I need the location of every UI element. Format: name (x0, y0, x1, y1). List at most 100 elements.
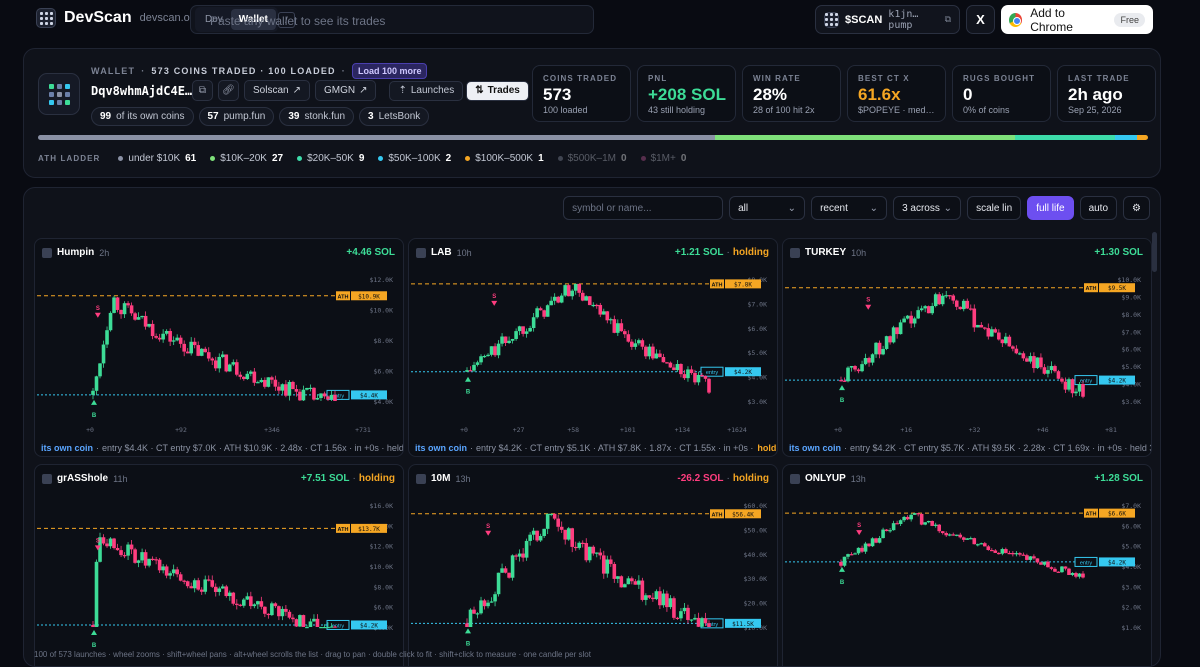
coin-card[interactable]: 10M 13h -26.2 SOL · holding $60.0K $50.0K $40.0… (408, 464, 778, 666)
coin-card[interactable]: TURKEY 10h +1.30 SOL $10.0K $9.0K $8.0K $7.0K $… (782, 238, 1152, 457)
tab-launches[interactable]: ⇡ Launches (389, 80, 464, 101)
candle-body (1074, 573, 1078, 577)
buy-marker-label: B (466, 641, 471, 647)
candle-body (500, 336, 504, 344)
candle-body (608, 319, 613, 321)
candle-body (524, 540, 529, 558)
candle-body (940, 295, 945, 305)
candle-body (298, 391, 302, 401)
candle-body (975, 324, 980, 328)
token-age: 10h (851, 247, 867, 258)
candle-body (510, 338, 515, 341)
candle-body (839, 380, 843, 382)
candle-body (178, 337, 183, 344)
ladder-bucket[interactable]: $10K–20K 27 (210, 153, 283, 164)
sort-select[interactable]: recent (811, 196, 888, 220)
candle-body (287, 381, 292, 396)
solscan-link[interactable]: Solscan ↗ (244, 80, 310, 101)
scrollbar[interactable] (1152, 232, 1157, 272)
ladder-bucket[interactable]: under $10K 61 (118, 153, 196, 164)
stat-value: +208 SOL (648, 85, 726, 104)
candle-body (333, 394, 337, 401)
chip-pump-fun[interactable]: 57 pump.fun (198, 107, 275, 126)
candle-body (1018, 353, 1022, 355)
scale-toggle-button[interactable]: scale lin (967, 196, 1022, 220)
candle-body (238, 374, 243, 377)
candle-body (270, 603, 274, 616)
card-footer: its own coin · entry $4.4K · CT entry $7.0… (41, 443, 403, 453)
settings-button[interactable]: ⚙ (1123, 196, 1150, 220)
stat-value: 573 (543, 85, 572, 104)
candle-body (997, 552, 1001, 555)
candle-body (528, 328, 532, 332)
buy-marker-icon (465, 376, 471, 382)
candle-body (115, 548, 120, 551)
candle-body (164, 566, 169, 576)
candle-body (1067, 568, 1071, 575)
card-header: Humpin 2h (42, 247, 109, 258)
coin-card[interactable]: LAB10h+1.21 SOL·holding$8.0K$7.0K$6.0K$5… (408, 238, 778, 457)
load-more-button[interactable]: Load 100 more (351, 63, 428, 79)
copy-address-button[interactable]: ⧉ (192, 80, 213, 101)
candle-body (1004, 336, 1008, 344)
stat-value: 0 (963, 85, 973, 104)
chip-letsbonk[interactable]: 3 LetsBonk (359, 107, 430, 126)
auto-button[interactable]: auto (1079, 196, 1118, 220)
wallet-summary-card: WALLET · 573 COINS TRADED · 100 LOADED ·… (23, 48, 1161, 178)
separator: · (726, 473, 730, 484)
candle-body (322, 627, 327, 629)
brand[interactable]: DevScan devscan.org (36, 8, 200, 28)
copy-icon[interactable]: ⧉ (945, 14, 951, 25)
candle-body (965, 300, 970, 309)
token-name: grASShole (57, 473, 109, 484)
candle-body (965, 538, 970, 540)
chip-stonk-fun[interactable]: 39 stonk.fun (279, 107, 355, 126)
candle-body (556, 518, 560, 527)
stat-label: RUGS BOUGHT (963, 74, 1036, 83)
candle-body (594, 304, 599, 307)
coin-card[interactable]: ONLYUP 13h +1.28 SOL $7.0K $6.0K $5.0K $4.0K $3… (782, 464, 1152, 666)
candle-body (846, 554, 850, 557)
coin-card[interactable]: grASShole11h+7.51 SOL·holding$16.0K$14.0… (34, 464, 404, 666)
ladder-bucket[interactable]: $100K–500K 1 (465, 153, 544, 164)
ladder-bucket[interactable]: $50K–100K 2 (378, 153, 451, 164)
gmgn-link[interactable]: GMGN ↗ (314, 80, 377, 101)
full-life-button[interactable]: full life (1027, 196, 1074, 220)
separator: · (141, 66, 146, 76)
token-age: 13h (850, 473, 866, 484)
candle-body (112, 538, 116, 549)
tab-trades[interactable]: ⇅ Trades (466, 80, 529, 101)
buy-marker-icon (91, 399, 97, 405)
candle-body (867, 358, 871, 363)
add-to-chrome-button[interactable]: Add to Chrome Free (1001, 5, 1153, 34)
candle-body (979, 324, 984, 328)
search-input[interactable]: Paste any wallet to see its trades (210, 14, 385, 28)
candle-body (947, 295, 952, 297)
coin-card[interactable]: Humpin 2h +4.46 SOL $12.0K $10.0K $8.0K $6.0K $… (34, 238, 404, 457)
filter-select[interactable]: all (729, 196, 806, 220)
y-tick-label: $8.0K (1121, 311, 1141, 319)
candle-body (884, 336, 889, 349)
holding-badge: holding (732, 247, 769, 258)
chip-own-coins[interactable]: 99 of its own coins (91, 107, 194, 126)
symbol-filter-input[interactable]: symbol or name... (563, 196, 724, 220)
token-contract-button[interactable]: $SCAN k1jn…pump ⧉ (815, 5, 960, 34)
ladder-bucket[interactable]: $1M+ 0 (640, 153, 686, 164)
candle-body (496, 343, 501, 356)
link-button[interactable]: 🔗︎ (218, 80, 239, 101)
candle-body (563, 529, 568, 540)
candle-body (143, 315, 148, 327)
token-icon (42, 473, 52, 484)
candle-body (968, 308, 973, 310)
token-icon (42, 247, 52, 258)
candle-body (108, 312, 113, 331)
ladder-bucket[interactable]: $500K–1M 0 (557, 153, 627, 164)
ladder-bucket[interactable]: $20K–50K 9 (297, 153, 364, 164)
wallet-address: Dqv8whmAjdC4E… (91, 84, 193, 98)
x-social-button[interactable]: X (966, 5, 995, 34)
candle-body (888, 530, 892, 532)
bucket-color-dot (557, 156, 563, 161)
candle-body (224, 354, 229, 372)
columns-select[interactable]: 3 across (893, 196, 962, 220)
candle-body (898, 322, 903, 335)
